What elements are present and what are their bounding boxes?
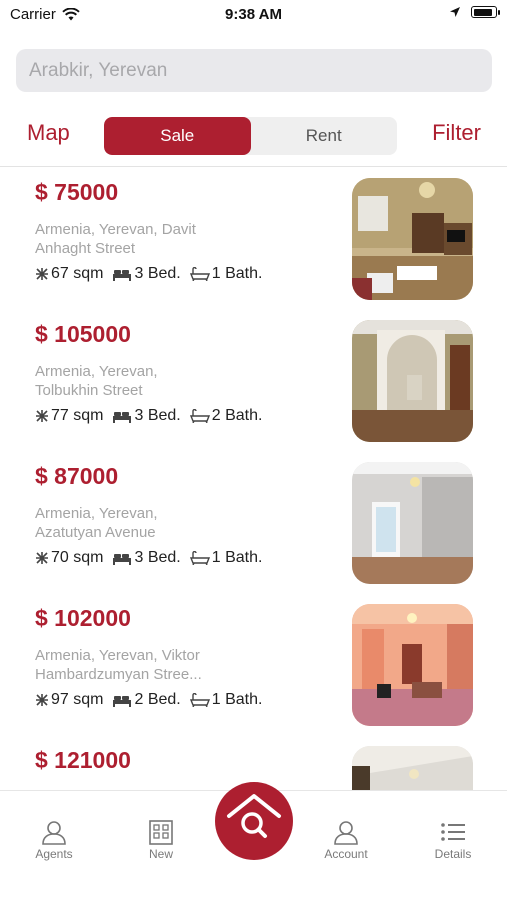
area-value: 70 sqm [51,549,104,566]
address-line: Armenia, Yerevan, Viktor [35,647,200,664]
bathtub-icon [189,693,210,707]
beds-value: 3 Bed. [134,407,181,424]
listing-features: 67 sqm 3 Bed. 1 Bath. [35,265,271,283]
baths-feature: 1 Bath. [189,691,263,709]
baths-value: 1 Bath. [211,549,263,566]
listing-photo [352,178,473,300]
listing-price: $ 102000 [35,605,131,631]
bottom-tab-bar: Agents New Account Details [0,782,507,901]
listing-features: 70 sqm 3 Bed. 1 Bath. [35,549,271,567]
listing-features: 77 sqm 3 Bed. 2 Bath. [35,407,271,425]
listing-address: Armenia, Yerevan, Viktor Hambardzumyan S… [35,646,255,684]
tab-details[interactable]: Details [413,819,493,861]
area-icon [36,552,48,564]
map-button[interactable]: Map [27,120,70,146]
tab-label: Account [324,847,368,861]
listing-features: 97 sqm 2 Bed. 1 Bath. [35,691,271,709]
listing-photo [352,604,473,726]
area-value: 77 sqm [51,407,104,424]
tab-agents[interactable]: Agents [14,819,94,861]
account-icon [334,821,358,845]
toolbar: Map Sale Rent Filter [0,110,507,158]
search-input[interactable] [29,59,479,82]
baths-feature: 1 Bath. [189,549,263,567]
address-line: Armenia, Yerevan, [35,505,158,522]
home-search-button[interactable] [215,782,293,860]
address-line: Hambardzumyan Stree... [35,666,202,683]
bed-icon [113,412,132,423]
listing-item[interactable]: $ 102000 Armenia, Yerevan, Viktor Hambar… [0,593,507,735]
address-line: Anhaght Street [35,240,136,257]
tab-label: Details [434,847,472,861]
area-feature: 70 sqm [35,549,103,567]
listing-photo [352,462,473,584]
status-right [449,6,500,18]
area-feature: 77 sqm [35,407,103,425]
battery-icon [471,6,500,18]
tab-label: Agents [35,847,73,861]
tab-account[interactable]: Account [306,819,386,861]
beds-value: 2 Bed. [134,691,181,708]
listing-item[interactable]: $ 105000 Armenia, Yerevan, Tolbukhin Str… [0,309,507,451]
segment-rent[interactable]: Rent [251,117,398,155]
area-value: 67 sqm [51,265,104,282]
bathtub-icon [189,409,210,423]
beds-feature: 2 Bed. [112,691,181,709]
bathtub-icon [189,551,210,565]
baths-feature: 1 Bath. [189,265,263,283]
listing-address: Armenia, Yerevan, Davit Anhaght Street [35,220,255,258]
area-feature: 97 sqm [35,691,103,709]
area-icon [36,410,48,422]
bathtub-icon [189,267,210,281]
person-icon [42,821,66,845]
listing-item[interactable]: $ 87000 Armenia, Yerevan, Azatutyan Aven… [0,451,507,593]
address-line: Azatutyan Avenue [35,524,156,541]
bed-icon [113,554,132,565]
tab-label: New [148,847,173,861]
listing-photo [352,320,473,442]
status-time: 9:38 AM [225,6,282,23]
segment-sale[interactable]: Sale [104,117,251,155]
tab-new[interactable]: New [121,819,201,861]
area-icon [36,694,48,706]
home-search-icon [227,794,281,838]
address-line: Armenia, Yerevan, Davit [35,221,196,238]
list-icon [441,823,465,841]
sale-rent-segmented-control: Sale Rent [104,117,397,155]
search-bar[interactable] [16,49,492,92]
listing-price: $ 75000 [35,179,119,205]
area-value: 97 sqm [51,691,104,708]
beds-feature: 3 Bed. [112,265,181,283]
baths-value: 1 Bath. [211,691,263,708]
listing-price: $ 87000 [35,463,119,489]
filter-button[interactable]: Filter [432,120,481,146]
bed-icon [113,696,132,707]
beds-feature: 3 Bed. [112,549,181,567]
listing-price: $ 105000 [35,321,131,347]
beds-value: 3 Bed. [134,265,181,282]
beds-value: 3 Bed. [134,549,181,566]
area-feature: 67 sqm [35,265,103,283]
status-bar: Carrier 9:38 AM [0,0,507,30]
listing-address: Armenia, Yerevan, Azatutyan Avenue [35,504,255,542]
area-icon [36,268,48,280]
baths-value: 2 Bath. [211,407,263,424]
bed-icon [113,270,132,281]
beds-feature: 3 Bed. [112,407,181,425]
listing-item[interactable]: $ 75000 Armenia, Yerevan, Davit Anhaght … [0,167,507,309]
baths-feature: 2 Bath. [189,407,263,425]
listing-address: Armenia, Yerevan, Tolbukhin Street [35,362,255,400]
building-icon [149,820,173,845]
baths-value: 1 Bath. [211,265,263,282]
listing-price: $ 121000 [35,747,131,773]
address-line: Tolbukhin Street [35,382,143,399]
location-arrow-icon [450,7,460,17]
address-line: Armenia, Yerevan, [35,363,158,380]
